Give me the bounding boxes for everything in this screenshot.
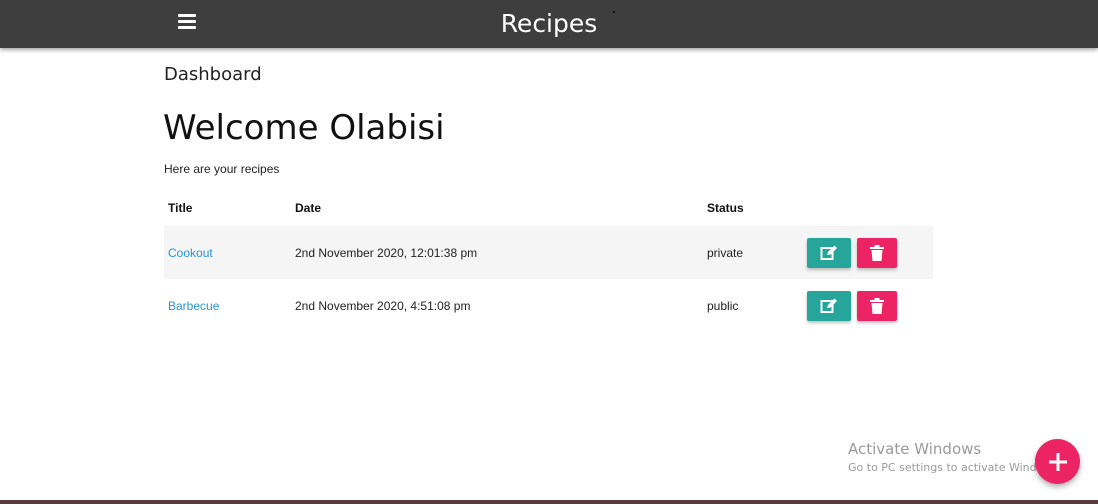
delete-button[interactable]	[857, 290, 897, 321]
activate-windows-watermark: Activate Windows Go to PC settings to ac…	[848, 440, 1062, 474]
page-subtitle: Here are your recipes	[164, 162, 280, 176]
trash-icon	[870, 244, 884, 261]
trash-icon	[870, 297, 884, 314]
edit-icon	[820, 245, 837, 260]
top-navbar: Recipes	[0, 0, 1098, 48]
taskbar-edge	[0, 500, 1098, 504]
edit-button[interactable]	[807, 290, 851, 321]
table-row: Cookout 2nd November 2020, 12:01:38 pm p…	[164, 226, 933, 279]
edit-icon	[820, 298, 837, 313]
plus-icon	[1048, 452, 1067, 471]
cell-title: Cookout	[164, 226, 291, 279]
table-header-row: Title Date Status	[164, 190, 933, 226]
page-title: Welcome Olabisi	[163, 108, 445, 148]
cell-status: private	[703, 226, 801, 279]
cell-actions	[801, 279, 933, 332]
watermark-title: Activate Windows	[848, 440, 982, 458]
recipes-table: Title Date Status Cookout 2nd November 2…	[164, 190, 933, 332]
recipe-title-link[interactable]: Cookout	[168, 246, 213, 260]
breadcrumb: Dashboard	[164, 64, 262, 85]
header-date: Date	[295, 201, 322, 215]
cell-title: Barbecue	[164, 279, 291, 332]
add-recipe-button[interactable]	[1035, 439, 1080, 484]
cell-date: 2nd November 2020, 4:51:08 pm	[295, 298, 471, 313]
cell-status: public	[707, 298, 739, 313]
cell-actions	[801, 226, 933, 279]
header-status: Status	[707, 201, 744, 215]
recipe-title-link[interactable]: Barbecue	[168, 299, 219, 313]
header-title: Title	[168, 201, 193, 215]
table-row: Barbecue 2nd November 2020, 4:51:08 pm p…	[164, 279, 933, 332]
cell-date: 2nd November 2020, 12:01:38 pm	[291, 226, 703, 279]
nav-dot	[613, 11, 615, 13]
delete-button[interactable]	[857, 237, 897, 268]
header-actions	[801, 190, 933, 226]
edit-button[interactable]	[807, 237, 851, 268]
app-title: Recipes	[500, 9, 598, 38]
watermark-subtitle: Go to PC settings to activate Windows.	[848, 461, 1062, 474]
